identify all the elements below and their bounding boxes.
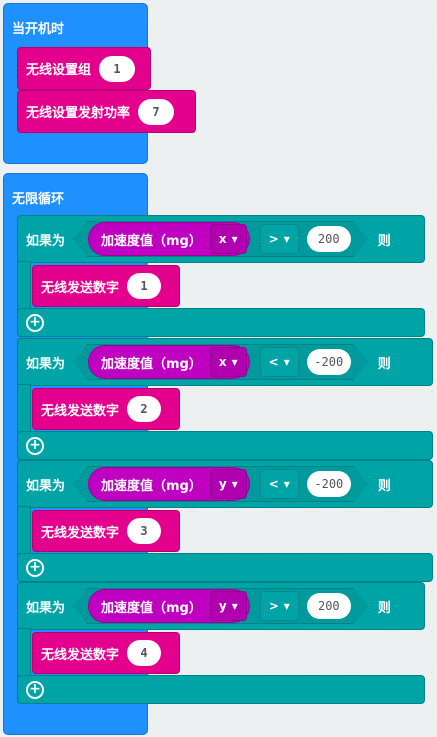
add-else-plus-icon[interactable]: + (26, 437, 44, 455)
sensor-label: 加速度值（mg） (101, 478, 202, 494)
if-block-footer: + (17, 431, 433, 460)
if-block-footer: + (17, 308, 425, 337)
comparison-block[interactable]: 加速度值（mg） y ▾ < ▾ -200 (73, 466, 368, 502)
comparison-block[interactable]: 加速度值（mg） x ▾ > ▾ 200 (73, 221, 368, 257)
add-else-plus-icon[interactable]: + (26, 559, 44, 577)
radio-send-number-block[interactable]: 无线发送数字 4 (32, 632, 180, 674)
operator-dropdown[interactable]: < ▾ (260, 469, 299, 499)
if-label: 如果为 (26, 478, 66, 494)
send-value[interactable]: 2 (127, 396, 162, 422)
block-label: 无线发送数字 (41, 647, 120, 663)
add-else-plus-icon[interactable]: + (26, 681, 44, 699)
then-label: 则 (377, 233, 391, 249)
block-label: 无线发送数字 (41, 280, 120, 296)
acceleration-block[interactable]: 加速度值（mg） x ▾ (88, 222, 250, 256)
radio-set-group-block[interactable]: 无线设置组 1 (17, 47, 151, 90)
radio-send-number-block[interactable]: 无线发送数字 2 (32, 388, 180, 430)
axis-dropdown[interactable]: x ▾ (210, 347, 247, 377)
dropdown-arrow-icon: ▾ (283, 355, 290, 369)
axis-dropdown[interactable]: x ▾ (210, 224, 247, 254)
if-block[interactable]: 如果为 加速度值（mg） x ▾ < ▾ -200 则 (17, 338, 433, 386)
if-label: 如果为 (26, 356, 66, 372)
if-block-spine (17, 628, 31, 678)
send-value[interactable]: 3 (127, 518, 162, 544)
sensor-label: 加速度值（mg） (101, 356, 202, 372)
block-label: 无线发送数字 (41, 525, 120, 541)
radio-send-number-block[interactable]: 无线发送数字 1 (32, 265, 180, 307)
comparison-block[interactable]: 加速度值（mg） y ▾ > ▾ 200 (73, 588, 368, 624)
if-block-footer: + (17, 553, 433, 582)
sensor-label: 加速度值（mg） (101, 600, 202, 616)
dropdown-arrow-icon: ▾ (283, 477, 290, 491)
if-block[interactable]: 如果为 加速度值（mg） x ▾ > ▾ 200 则 (17, 215, 425, 263)
dropdown-arrow-icon: ▾ (231, 232, 238, 246)
radio-set-power-block[interactable]: 无线设置发射功率 7 (17, 90, 196, 133)
dropdown-arrow-icon: ▾ (283, 599, 290, 613)
add-else-plus-icon[interactable]: + (26, 314, 44, 332)
comparison-block[interactable]: 加速度值（mg） x ▾ < ▾ -200 (73, 344, 368, 380)
send-value[interactable]: 1 (127, 273, 162, 299)
power-value[interactable]: 7 (138, 98, 175, 125)
operator-dropdown[interactable]: > ▾ (260, 224, 299, 254)
dropdown-arrow-icon: ▾ (231, 355, 238, 369)
forever-label: 无限循环 (12, 192, 65, 207)
threshold-value[interactable]: 200 (307, 226, 351, 252)
if-block[interactable]: 如果为 加速度值（mg） y ▾ > ▾ 200 则 (17, 582, 425, 630)
if-block-spine (17, 506, 31, 556)
if-block[interactable]: 如果为 加速度值（mg） y ▾ < ▾ -200 则 (17, 460, 433, 508)
dropdown-arrow-icon: ▾ (231, 477, 238, 491)
acceleration-block[interactable]: 加速度值（mg） x ▾ (88, 345, 250, 379)
if-block-spine (17, 261, 31, 311)
then-label: 则 (377, 600, 391, 616)
acceleration-block[interactable]: 加速度值（mg） y ▾ (88, 467, 250, 501)
radio-send-number-block[interactable]: 无线发送数字 3 (32, 510, 180, 552)
block-label: 无线发送数字 (41, 403, 120, 419)
if-label: 如果为 (26, 233, 66, 249)
dropdown-arrow-icon: ▾ (283, 232, 290, 246)
axis-dropdown[interactable]: y ▾ (210, 469, 247, 499)
acceleration-block[interactable]: 加速度值（mg） y ▾ (88, 589, 250, 623)
block-label: 无线设置组 (26, 63, 92, 78)
axis-dropdown[interactable]: y ▾ (210, 591, 247, 621)
threshold-value[interactable]: -200 (307, 471, 351, 497)
on-start-label: 当开机时 (12, 22, 65, 37)
operator-dropdown[interactable]: < ▾ (260, 347, 299, 377)
then-label: 则 (377, 356, 391, 372)
send-value[interactable]: 4 (127, 640, 162, 666)
threshold-value[interactable]: -200 (307, 349, 351, 375)
group-value[interactable]: 1 (99, 55, 136, 82)
then-label: 则 (377, 478, 391, 494)
sensor-label: 加速度值（mg） (101, 233, 202, 249)
if-block-spine (17, 384, 31, 434)
block-label: 无线设置发射功率 (26, 106, 131, 121)
operator-dropdown[interactable]: > ▾ (260, 591, 299, 621)
if-label: 如果为 (26, 600, 66, 616)
if-block-footer: + (17, 675, 425, 704)
threshold-value[interactable]: 200 (307, 593, 351, 619)
dropdown-arrow-icon: ▾ (231, 599, 238, 613)
